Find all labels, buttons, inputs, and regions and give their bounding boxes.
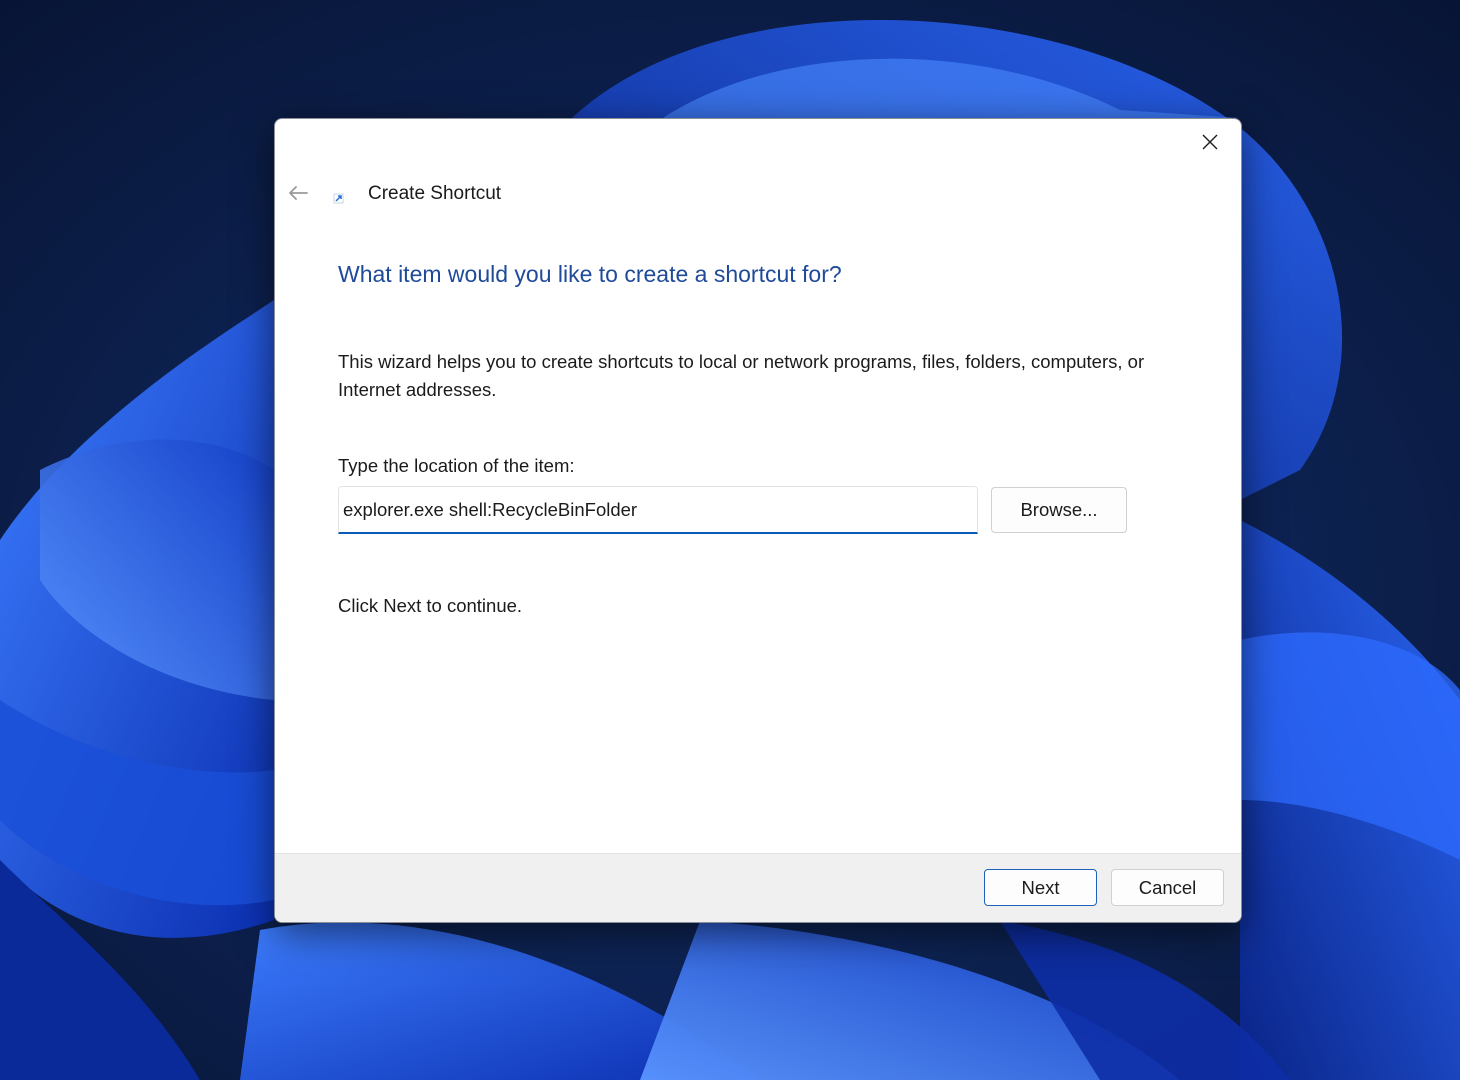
back-arrow-icon bbox=[289, 186, 308, 200]
shortcut-icon bbox=[333, 193, 344, 204]
close-icon bbox=[1202, 134, 1218, 150]
cancel-button[interactable]: Cancel bbox=[1111, 869, 1224, 906]
dialog-footer: Next Cancel bbox=[275, 853, 1241, 922]
continue-instruction: Click Next to continue. bbox=[338, 595, 523, 616]
close-button[interactable] bbox=[1187, 125, 1233, 159]
back-button[interactable] bbox=[283, 179, 313, 207]
desktop: Create Shortcut What item would you like… bbox=[0, 0, 1460, 1080]
wizard-title: Create Shortcut bbox=[368, 183, 502, 204]
browse-button[interactable]: Browse... bbox=[991, 487, 1127, 533]
next-button[interactable]: Next bbox=[984, 869, 1097, 906]
location-input[interactable] bbox=[338, 486, 978, 534]
wizard-description: This wizard helps you to create shortcut… bbox=[338, 351, 1145, 400]
location-label: Type the location of the item: bbox=[338, 455, 575, 476]
create-shortcut-dialog: Create Shortcut What item would you like… bbox=[274, 118, 1242, 923]
wizard-heading: What item would you like to create a sho… bbox=[338, 261, 842, 287]
